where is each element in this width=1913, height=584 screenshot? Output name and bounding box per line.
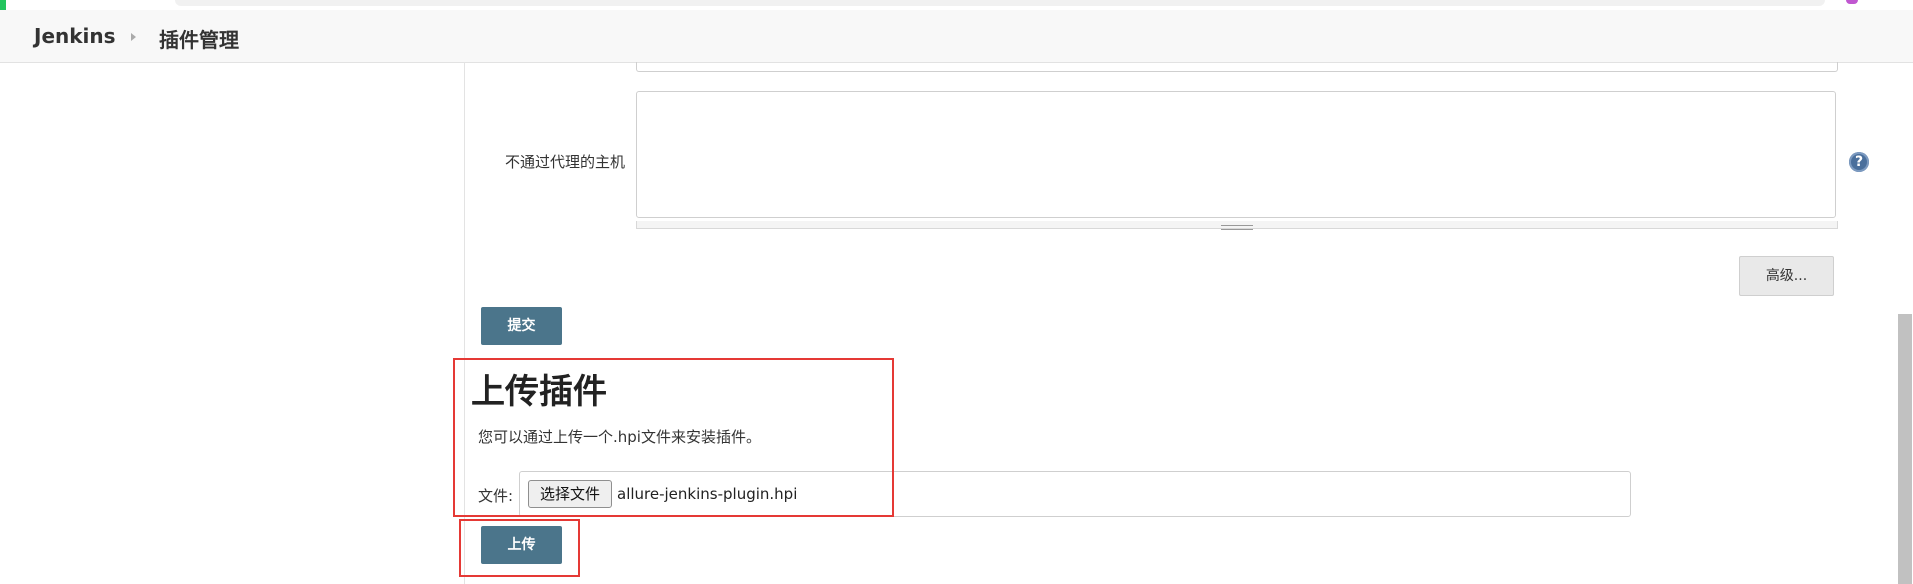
submit-button[interactable]: 提交 bbox=[481, 307, 562, 345]
highlight-box-upload-button bbox=[459, 519, 580, 577]
no-proxy-hosts-label: 不通过代理的主机 bbox=[504, 153, 625, 171]
previous-field-bottom-edge[interactable] bbox=[636, 62, 1838, 72]
browser-address-bar-edge bbox=[175, 0, 1825, 6]
no-proxy-hosts-textarea[interactable] bbox=[636, 91, 1836, 218]
breadcrumb: Jenkins 插件管理 bbox=[0, 10, 1913, 63]
textarea-drag-handle-icon[interactable] bbox=[1221, 225, 1253, 230]
help-icon[interactable]: ? bbox=[1849, 152, 1869, 172]
breadcrumb-item-plugin-manager[interactable]: 插件管理 bbox=[159, 24, 239, 53]
highlight-box-upload-section bbox=[453, 358, 894, 517]
breadcrumb-item-jenkins[interactable]: Jenkins bbox=[34, 24, 116, 48]
page-scrollbar-thumb[interactable] bbox=[1898, 314, 1912, 584]
advanced-button[interactable]: 高级... bbox=[1739, 256, 1834, 296]
breadcrumb-separator-icon bbox=[131, 33, 136, 41]
